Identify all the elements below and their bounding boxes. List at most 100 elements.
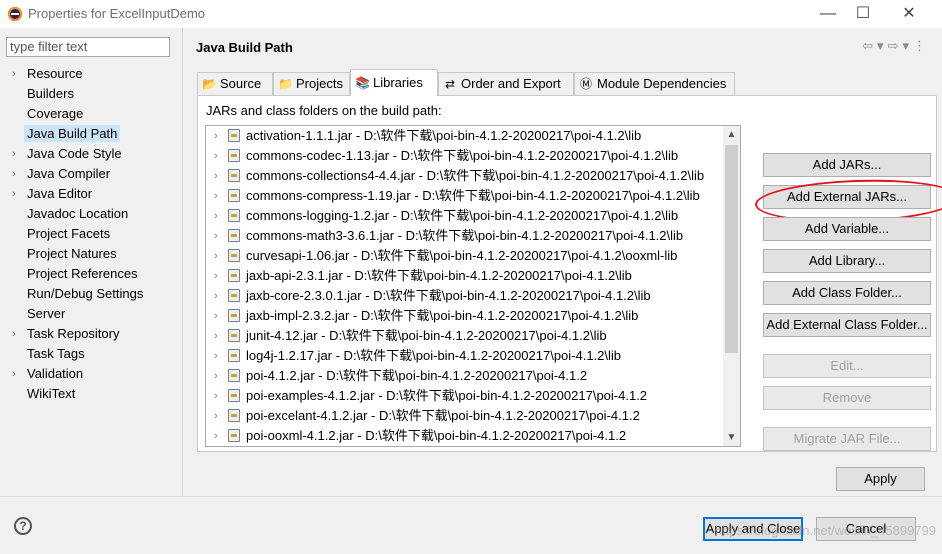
sidebar-item-label: Project References <box>27 266 138 281</box>
sidebar-item-label: Task Tags <box>27 346 85 361</box>
chevron-right-icon[interactable]: › <box>12 184 16 204</box>
page-title: Java Build Path <box>196 40 293 55</box>
chevron-right-icon[interactable]: › <box>12 164 16 184</box>
add-external-jars-button[interactable]: Add External JARs... <box>763 185 931 209</box>
sidebar-item[interactable]: › Java Compiler <box>0 164 182 184</box>
sidebar-item[interactable]: Java Build Path <box>0 124 182 144</box>
scroll-up-icon[interactable]: ▲ <box>723 126 740 143</box>
add-external-class-folder-button[interactable]: Add External Class Folder... <box>763 313 931 337</box>
tab-libraries[interactable]: 📚 Libraries <box>350 69 438 96</box>
chevron-right-icon[interactable]: › <box>214 206 218 226</box>
tab-label: Projects <box>296 76 343 91</box>
sidebar-item[interactable]: › Java Code Style <box>0 144 182 164</box>
jar-file-icon <box>228 229 240 242</box>
maximize-button[interactable]: ☐ <box>848 3 878 25</box>
sidebar-item[interactable]: › Task Repository <box>0 324 182 344</box>
minimize-button[interactable]: — <box>813 3 843 25</box>
jar-path-label: curvesapi-1.06.jar - D:\软件下载\poi-bin-4.1… <box>246 248 678 263</box>
library-books-icon: 📚 <box>355 76 370 90</box>
sidebar-item[interactable]: Task Tags <box>0 344 182 364</box>
chevron-right-icon[interactable]: › <box>214 166 218 186</box>
title-bar: Properties for ExcelInputDemo — ☐ ✕ <box>0 0 942 28</box>
add-variable-button[interactable]: Add Variable... <box>763 217 931 241</box>
window-title: Properties for ExcelInputDemo <box>28 6 206 21</box>
vertical-scrollbar[interactable]: ▲ ▼ <box>723 126 740 446</box>
sidebar-item[interactable]: Coverage <box>0 104 182 124</box>
add-class-folder-button[interactable]: Add Class Folder... <box>763 281 931 305</box>
chevron-right-icon[interactable]: › <box>214 406 218 426</box>
help-icon[interactable]: ? <box>14 517 32 535</box>
jar-file-icon <box>228 269 240 282</box>
chevron-right-icon[interactable]: › <box>214 266 218 286</box>
jar-file-icon <box>228 349 240 362</box>
jar-file-icon <box>228 289 240 302</box>
sidebar-item[interactable]: Run/Debug Settings <box>0 284 182 304</box>
scroll-down-icon[interactable]: ▼ <box>723 429 740 446</box>
chevron-right-icon[interactable]: › <box>12 364 16 384</box>
eclipse-logo-icon <box>8 7 22 21</box>
jar-path-label: commons-math3-3.6.1.jar - D:\软件下载\poi-bi… <box>246 228 684 243</box>
chevron-right-icon[interactable]: › <box>214 386 218 406</box>
jar-list[interactable]: › poi-ooxml-4.1.2.jar - D:\软件下载\poi-bin-4… <box>205 125 741 447</box>
chevron-right-icon[interactable]: › <box>214 246 218 266</box>
sidebar-item[interactable]: Project References <box>0 264 182 284</box>
sidebar-item[interactable]: Javadoc Location <box>0 204 182 224</box>
jar-path-label: commons-compress-1.19.jar - D:\软件下载\poi-… <box>246 188 700 203</box>
chevron-right-icon[interactable]: › <box>214 286 218 306</box>
tab-source[interactable]: 📂 Source <box>197 72 273 96</box>
chevron-right-icon[interactable]: › <box>214 326 218 346</box>
libraries-tab-content: JARs and class folders on the build path… <box>197 95 942 452</box>
jar-file-icon <box>228 329 240 342</box>
jar-file-icon <box>228 249 240 262</box>
sidebar-item-label: Project Facets <box>27 226 111 241</box>
migrate-jar-button[interactable]: Migrate JAR File... <box>763 427 931 451</box>
sidebar-item[interactable]: › Java Editor <box>0 184 182 204</box>
tab-label: Order and Export <box>461 76 561 91</box>
sidebar-item[interactable]: Project Facets <box>0 224 182 244</box>
add-library-button[interactable]: Add Library... <box>763 249 931 273</box>
sidebar-item[interactable]: Builders <box>0 84 182 104</box>
jar-path-label: activation-1.1.1.jar - D:\软件下载\poi-bin-4… <box>246 128 642 143</box>
scroll-thumb[interactable] <box>725 145 738 353</box>
apply-button[interactable]: Apply <box>836 467 925 491</box>
chevron-right-icon[interactable]: › <box>12 144 16 164</box>
sidebar-item-label: Coverage <box>27 106 84 121</box>
jar-path-label: commons-logging-1.2.jar - D:\软件下载\poi-bi… <box>246 208 679 223</box>
jar-file-icon <box>228 209 240 222</box>
back-arrow-icon[interactable]: ⇦▾ <box>862 38 887 53</box>
jar-file-icon <box>228 409 240 422</box>
jar-path-label: log4j-1.2.17.jar - D:\软件下载\poi-bin-4.1.2… <box>246 348 622 363</box>
jar-path-label: jaxb-core-2.3.0.1.jar - D:\软件下载\poi-bin-… <box>246 288 651 303</box>
chevron-right-icon[interactable]: › <box>214 186 218 206</box>
chevron-right-icon[interactable]: › <box>12 64 16 84</box>
edit-button[interactable]: Edit... <box>763 354 931 378</box>
view-menu-icon[interactable]: ⋮ <box>913 38 930 53</box>
chevron-right-icon[interactable]: › <box>214 426 218 446</box>
remove-button[interactable]: Remove <box>763 386 931 410</box>
chevron-right-icon[interactable]: › <box>214 226 218 246</box>
chevron-right-icon[interactable]: › <box>214 306 218 326</box>
property-page-tree: › Resource Builders Coverage Java Build Path… <box>0 64 182 404</box>
chevron-right-icon[interactable]: › <box>214 146 218 166</box>
sidebar-item-label: Java Code Style <box>27 146 122 161</box>
filter-input[interactable]: type filter text <box>6 37 170 57</box>
add-jars-button[interactable]: Add JARs... <box>763 153 931 177</box>
tab-projects[interactable]: 📁 Projects <box>273 72 350 96</box>
tab-order-and-export[interactable]: ⇄ Order and Export <box>438 72 574 96</box>
sidebar-item[interactable]: › Validation <box>0 364 182 384</box>
tab-module-dependencies[interactable]: Ⓜ Module Dependencies <box>574 72 735 96</box>
close-button[interactable]: ✕ <box>894 3 924 25</box>
forward-arrow-icon[interactable]: ⇨▾ <box>888 38 913 53</box>
jar-path-label: jaxb-impl-2.3.2.jar - D:\软件下载\poi-bin-4.… <box>246 308 639 323</box>
sidebar-item[interactable]: Server <box>0 304 182 324</box>
chevron-right-icon[interactable]: › <box>214 126 218 146</box>
chevron-right-icon[interactable]: › <box>12 324 16 344</box>
chevron-right-icon[interactable]: › <box>214 366 218 386</box>
jar-file-icon <box>228 309 240 322</box>
sidebar-item[interactable]: Project Natures <box>0 244 182 264</box>
sidebar-item[interactable]: › Resource <box>0 64 182 84</box>
sidebar-item[interactable]: WikiText <box>0 384 182 404</box>
chevron-right-icon[interactable]: › <box>214 346 218 366</box>
jar-path-label: poi-examples-4.1.2.jar - D:\软件下载\poi-bin… <box>246 388 648 403</box>
sidebar-item-label: Javadoc Location <box>27 206 129 221</box>
